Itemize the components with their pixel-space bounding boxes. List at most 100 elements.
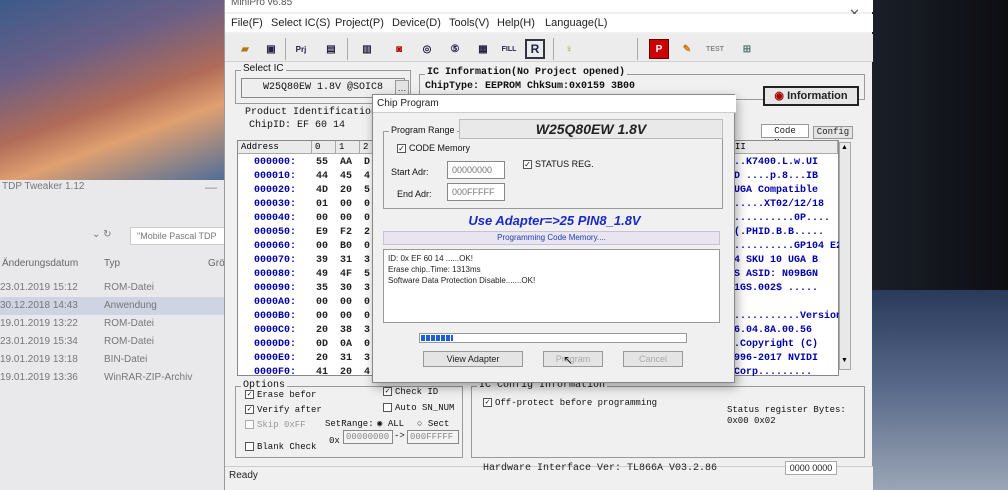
- view-adapter-button[interactable]: View Adapter: [423, 351, 523, 367]
- blank-check-icon[interactable]: ▦: [473, 39, 493, 59]
- end-address-field[interactable]: 000FFFFF: [447, 183, 505, 201]
- hex-byte[interactable]: 55: [316, 157, 328, 168]
- project-p-icon[interactable]: P: [649, 39, 669, 59]
- hex-byte[interactable]: 00: [340, 199, 352, 210]
- hex-byte[interactable]: 38: [340, 325, 352, 336]
- range-sect-radio[interactable]: ○ Sect: [417, 419, 449, 429]
- scroll-up-icon[interactable]: ▲: [841, 144, 848, 151]
- menu-select-ic[interactable]: Select IC(S): [271, 17, 330, 29]
- hex-byte[interactable]: 20: [316, 353, 328, 364]
- code-memory-checkbox[interactable]: ✓ CODE Memory: [397, 143, 470, 154]
- save-project-icon[interactable]: ▤: [321, 39, 341, 59]
- hex-byte[interactable]: 0: [364, 311, 370, 322]
- range-from-field[interactable]: 00000000: [343, 430, 393, 444]
- range-all-radio[interactable]: ◉ ALL: [377, 419, 404, 429]
- test-icon[interactable]: TEST: [705, 39, 725, 59]
- hex-byte[interactable]: 4D: [316, 185, 328, 196]
- fill-icon[interactable]: FILL: [499, 39, 519, 59]
- info-icon[interactable]: ♀: [559, 39, 579, 59]
- hex-byte[interactable]: 39: [316, 255, 328, 266]
- menu-project[interactable]: Project(P): [335, 17, 384, 29]
- menu-language[interactable]: Language(L): [545, 17, 607, 29]
- program-icon[interactable]: ⑤: [445, 39, 465, 59]
- hex-byte[interactable]: 45: [340, 171, 352, 182]
- start-address-field[interactable]: 00000000: [447, 161, 505, 179]
- hex-byte[interactable]: 0: [364, 199, 370, 210]
- open-folder-icon[interactable]: ▰: [235, 39, 255, 59]
- hex-byte[interactable]: F2: [340, 227, 352, 238]
- hex-byte[interactable]: 20: [316, 325, 328, 336]
- auto-icon[interactable]: R: [525, 39, 545, 59]
- ascii-view[interactable]: II ..K7400.L.w.UI D ....p.8...IB UGA Compa…: [731, 140, 842, 378]
- hex-byte[interactable]: 00: [340, 297, 352, 308]
- hex-byte[interactable]: 0: [364, 213, 370, 224]
- hex-byte[interactable]: 20: [340, 185, 352, 196]
- file-row[interactable]: 19.01.2019 13:18 BIN-Datei: [0, 351, 230, 369]
- menu-tools[interactable]: Tools(V): [449, 17, 489, 29]
- hex-byte[interactable]: 2: [364, 227, 370, 238]
- hex-byte[interactable]: E9: [316, 227, 328, 238]
- hex-byte[interactable]: 00: [316, 241, 328, 252]
- hex-byte[interactable]: 3: [364, 283, 370, 294]
- menu-help[interactable]: Help(H): [497, 17, 535, 29]
- explorer-search-input[interactable]: "Mobile Pascal TDP: [130, 227, 230, 245]
- tab-code-memo[interactable]: Code Memo: [761, 124, 809, 148]
- information-button[interactable]: ◉ Information: [763, 86, 859, 106]
- file-row[interactable]: 23.01.2019 15:34 ROM-Datei: [0, 333, 230, 351]
- vertical-scrollbar[interactable]: ▲ ▼: [839, 142, 851, 370]
- hex-byte[interactable]: 31: [340, 255, 352, 266]
- hex-byte[interactable]: 3: [364, 255, 370, 266]
- hex-byte[interactable]: 00: [316, 311, 328, 322]
- hex-byte[interactable]: 5: [364, 185, 370, 196]
- hex-byte[interactable]: 0A: [340, 339, 352, 350]
- save-icon[interactable]: ▣: [261, 39, 281, 59]
- read-icon[interactable]: ◙: [389, 39, 409, 59]
- edit-icon[interactable]: ✎: [677, 39, 697, 59]
- hex-byte[interactable]: 31: [340, 353, 352, 364]
- hex-byte[interactable]: 01: [316, 199, 328, 210]
- hex-byte[interactable]: 4: [364, 367, 370, 378]
- verify-icon[interactable]: ◎: [417, 39, 437, 59]
- hex-byte[interactable]: 00: [340, 213, 352, 224]
- hex-byte[interactable]: 30: [340, 283, 352, 294]
- auto-sn-checkbox[interactable]: Auto SN_NUM: [383, 403, 454, 413]
- hex-byte[interactable]: 0D: [316, 339, 328, 350]
- scroll-down-icon[interactable]: ▼: [841, 357, 848, 364]
- logic-icon[interactable]: ⊞: [737, 39, 757, 59]
- hex-byte[interactable]: 00: [316, 213, 328, 224]
- hex-byte[interactable]: 35: [316, 283, 328, 294]
- file-row[interactable]: 23.01.2019 15:12 ROM-Datei: [0, 279, 230, 297]
- cancel-button[interactable]: Cancel: [623, 351, 683, 367]
- hex-byte[interactable]: 0: [364, 339, 370, 350]
- read-chip-icon[interactable]: ▥: [357, 39, 377, 59]
- column-header-type[interactable]: Typ: [104, 258, 120, 269]
- minimize-icon[interactable]: —: [205, 180, 217, 194]
- hex-byte[interactable]: 00: [340, 311, 352, 322]
- refresh-icon[interactable]: ⌄ ↻: [92, 229, 112, 240]
- verify-after-checkbox[interactable]: ✓ Verify after: [245, 405, 322, 415]
- hex-byte[interactable]: D: [364, 157, 370, 168]
- hex-byte[interactable]: 49: [316, 269, 328, 280]
- file-row[interactable]: 19.01.2019 13:22 ROM-Datei: [0, 315, 230, 333]
- range-to-field[interactable]: 000FFFFF: [407, 430, 459, 444]
- check-id-checkbox[interactable]: ✓ Check ID: [383, 387, 438, 397]
- hex-byte[interactable]: 4: [364, 171, 370, 182]
- hex-byte[interactable]: 00: [316, 297, 328, 308]
- menu-device[interactable]: Device(D): [392, 17, 441, 29]
- hex-byte[interactable]: 4F: [340, 269, 352, 280]
- hex-byte[interactable]: AA: [340, 157, 352, 168]
- column-header-date[interactable]: Änderungsdatum: [2, 258, 78, 269]
- hex-byte[interactable]: 20: [340, 367, 352, 378]
- hex-byte[interactable]: B0: [340, 241, 352, 252]
- hex-byte[interactable]: 44: [316, 171, 328, 182]
- status-reg-checkbox[interactable]: ✓ STATUS REG.: [523, 159, 594, 170]
- skip-0xff-checkbox[interactable]: Skip 0xFF: [245, 420, 306, 430]
- hex-byte[interactable]: 5: [364, 269, 370, 280]
- column-header-size[interactable]: Grö: [208, 258, 225, 269]
- blank-check-checkbox[interactable]: Blank Check: [245, 442, 316, 452]
- file-row[interactable]: 30.12.2018 14:43 Anwendung: [0, 297, 230, 315]
- hex-byte[interactable]: 0: [364, 241, 370, 252]
- hex-editor[interactable]: Address 0 1 2 000000: 55 AA D 000010: 44 45 4 00…: [237, 140, 378, 378]
- hex-byte[interactable]: 0: [364, 297, 370, 308]
- hex-byte[interactable]: 3: [364, 325, 370, 336]
